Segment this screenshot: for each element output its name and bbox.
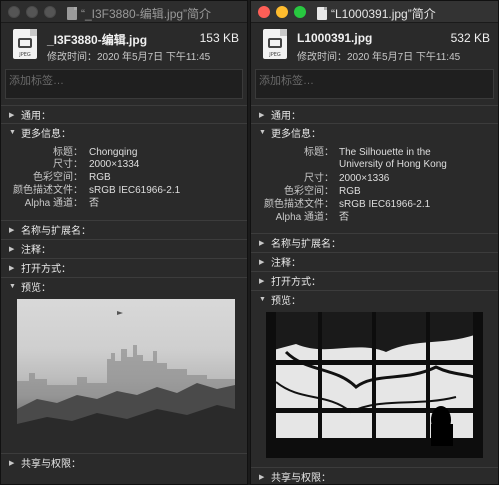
close-button[interactable] (258, 6, 270, 18)
disclosure-expanded-icon: ▼ (9, 129, 16, 136)
jpeg-file-icon: JPEG (13, 29, 37, 59)
info-value: 否 (339, 212, 349, 223)
file-icon-ext: JPEG (19, 52, 31, 58)
window-controls (8, 6, 56, 18)
section-label: 预览： (21, 283, 51, 294)
tags-placeholder: 添加标签… (259, 75, 314, 87)
info-key: 标题： (304, 147, 334, 158)
jpeg-file-icon: JPEG (263, 29, 287, 59)
section-label: 注释： (271, 258, 301, 269)
file-header: JPEG L1000391.jpg 532 KB 修改时间：2020 年5月7日… (251, 25, 498, 67)
disclosure-collapsed-icon: ▶ (259, 111, 265, 119)
modified-time: 修改时间：2020 年5月7日 下午11:45 (297, 52, 461, 63)
disclosure-expanded-icon: ▼ (9, 283, 16, 290)
section-label: 打开方式： (271, 277, 321, 288)
info-value: RGB (89, 172, 111, 183)
info-key: 颜色描述文件： (264, 199, 334, 210)
section-sharing[interactable]: ▶ 共享与权限： (1, 453, 247, 471)
section-comments[interactable]: ▶ 注释： (251, 252, 498, 270)
file-icon-ext: JPEG (269, 52, 281, 58)
section-name-ext[interactable]: ▶ 名称与扩展名： (251, 233, 498, 251)
section-comments[interactable]: ▶ 注释： (1, 239, 247, 257)
info-value: 否 (89, 198, 99, 209)
disclosure-expanded-icon: ▼ (259, 129, 266, 136)
section-open-with[interactable]: ▶ 打开方式： (251, 271, 498, 289)
disclosure-collapsed-icon: ▶ (259, 277, 265, 285)
info-key: 颜色描述文件： (13, 185, 83, 196)
disclosure-collapsed-icon: ▶ (9, 226, 15, 234)
close-button[interactable] (8, 6, 20, 18)
section-open-with[interactable]: ▶ 打开方式： (1, 258, 247, 276)
modified-time: 修改时间：2020 年5月7日 下午11:45 (47, 52, 211, 63)
info-key: Alpha 通道： (24, 198, 83, 209)
info-key: 色彩空间： (284, 186, 334, 197)
info-window-left: “_I3F3880-编辑.jpg”简介 JPEG _I3F3880-编辑.jpg… (0, 0, 248, 485)
section-sharing[interactable]: ▶ 共享与权限： (251, 467, 498, 484)
preview-image (17, 299, 235, 442)
section-more-info[interactable]: ▼ 更多信息： (251, 123, 498, 141)
disclosure-collapsed-icon: ▶ (9, 264, 15, 272)
document-icon (317, 7, 327, 20)
section-name-ext[interactable]: ▶ 名称与扩展名： (1, 220, 247, 238)
disclosure-collapsed-icon: ▶ (9, 111, 15, 119)
section-preview[interactable]: ▼ 预览： (251, 290, 498, 308)
section-label: 共享与权限： (271, 473, 331, 484)
section-more-info[interactable]: ▼ 更多信息： (1, 123, 247, 141)
tags-field[interactable]: 添加标签… (255, 69, 494, 99)
file-header: JPEG _I3F3880-编辑.jpg 153 KB 修改时间：2020 年5… (1, 25, 247, 67)
info-key: 尺寸： (304, 173, 334, 184)
section-label: 名称与扩展名： (271, 239, 341, 250)
info-value: sRGB IEC61966-2.1 (89, 185, 181, 196)
window-title: “_I3F3880-编辑.jpg”简介 (81, 7, 212, 21)
info-value: RGB (339, 186, 361, 197)
disclosure-collapsed-icon: ▶ (9, 459, 15, 467)
window-controls (258, 6, 306, 18)
disclosure-expanded-icon: ▼ (259, 296, 266, 303)
section-label: 注释： (21, 245, 51, 256)
section-label: 打开方式： (21, 264, 71, 275)
file-size: 532 KB (450, 31, 490, 45)
info-value: University of Hong Kong (339, 159, 447, 170)
minimize-button[interactable] (26, 6, 38, 18)
info-key: 色彩空间： (33, 172, 83, 183)
section-label: 通用： (271, 111, 301, 122)
titlebar[interactable]: “_I3F3880-编辑.jpg”简介 (1, 1, 247, 23)
info-value: Chongqing (89, 147, 138, 158)
section-general[interactable]: ▶ 通用： (251, 105, 498, 123)
tags-placeholder: 添加标签… (9, 75, 64, 87)
city-skyline-photo (17, 311, 235, 442)
section-label: 预览： (271, 296, 301, 307)
file-name: L1000391.jpg (297, 31, 373, 45)
info-value: sRGB IEC61966-2.1 (339, 199, 431, 210)
disclosure-collapsed-icon: ▶ (259, 258, 265, 266)
section-label: 名称与扩展名： (21, 226, 91, 237)
zoom-button[interactable] (44, 6, 56, 18)
disclosure-collapsed-icon: ▶ (259, 473, 265, 481)
info-window-right: “L1000391.jpg”简介 JPEG L1000391.jpg 532 K… (250, 0, 499, 485)
preview-image (266, 312, 483, 458)
info-value: 2000×1336 (339, 173, 390, 184)
section-preview[interactable]: ▼ 预览： (1, 277, 247, 295)
file-name: _I3F3880-编辑.jpg (47, 33, 148, 47)
section-label: 共享与权限： (21, 459, 81, 470)
file-size: 153 KB (199, 31, 239, 45)
tags-field[interactable]: 添加标签… (5, 69, 243, 99)
tree-silhouette-photo (266, 312, 483, 458)
minimize-button[interactable] (276, 6, 288, 18)
disclosure-collapsed-icon: ▶ (9, 245, 15, 253)
window-title: “L1000391.jpg”简介 (331, 7, 436, 21)
disclosure-collapsed-icon: ▶ (259, 239, 265, 247)
section-general[interactable]: ▶ 通用： (1, 105, 247, 123)
info-key: 标题： (53, 147, 83, 158)
info-key: Alpha 通道： (275, 212, 334, 223)
section-label: 通用： (21, 111, 51, 122)
section-label: 更多信息： (271, 129, 321, 140)
document-icon (67, 7, 77, 20)
info-value: The Silhouette in the (339, 147, 431, 158)
titlebar[interactable]: “L1000391.jpg”简介 (251, 1, 498, 23)
info-value: 2000×1334 (89, 159, 140, 170)
zoom-button[interactable] (294, 6, 306, 18)
info-key: 尺寸： (53, 159, 83, 170)
section-label: 更多信息： (21, 129, 71, 140)
